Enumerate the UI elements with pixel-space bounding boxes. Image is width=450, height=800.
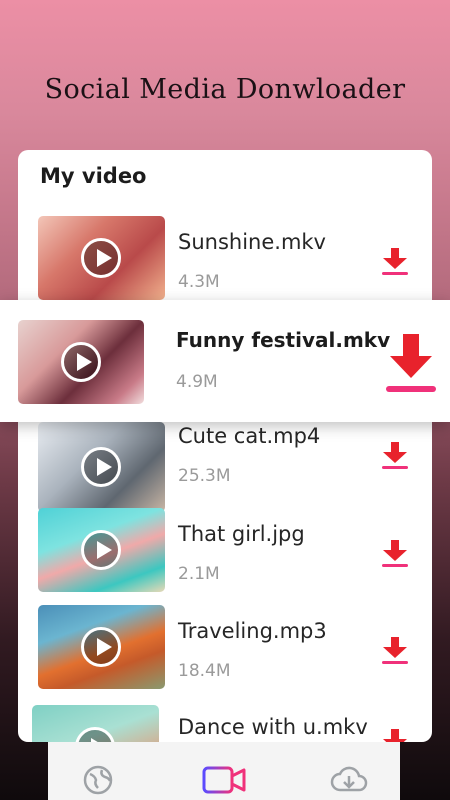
file-name: That girl.jpg <box>178 522 305 546</box>
video-thumbnail[interactable] <box>38 605 165 689</box>
play-icon[interactable] <box>81 238 121 278</box>
file-size: 18.4M <box>178 661 231 681</box>
featured-list-item[interactable]: Funny festival.mkv 4.9M <box>0 300 450 422</box>
file-name: Cute cat.mp4 <box>178 424 321 448</box>
play-icon[interactable] <box>81 627 121 667</box>
download-icon[interactable] <box>380 538 410 568</box>
video-thumbnail[interactable] <box>18 320 144 404</box>
list-item[interactable]: That girl.jpg 2.1M <box>18 508 432 592</box>
cloud-download-icon[interactable] <box>330 764 368 796</box>
section-title: My video <box>40 164 147 188</box>
file-size: 2.1M <box>178 564 220 584</box>
file-size: 4.3M <box>178 272 220 292</box>
file-name: Traveling.mp3 <box>178 619 327 643</box>
video-thumbnail[interactable] <box>38 216 165 300</box>
video-list-card: My video Sunshine.mkv 4.3M Cute cat.mp4 … <box>18 150 432 742</box>
list-item[interactable]: Traveling.mp3 18.4M <box>18 605 432 689</box>
file-name: Funny festival.mkv <box>176 328 391 352</box>
list-item[interactable]: Sunshine.mkv 4.3M <box>18 216 432 300</box>
download-icon[interactable] <box>380 246 410 276</box>
play-icon[interactable] <box>81 530 121 570</box>
download-icon[interactable] <box>380 727 410 742</box>
play-icon[interactable] <box>81 447 121 487</box>
bottom-navigation <box>48 742 400 800</box>
file-name: Sunshine.mkv <box>178 230 326 254</box>
list-item[interactable]: Cute cat.mp4 25.3M <box>18 422 432 512</box>
play-icon[interactable] <box>75 727 115 742</box>
download-icon[interactable] <box>380 635 410 665</box>
play-icon[interactable] <box>61 342 101 382</box>
file-name: Dance with u.mkv <box>178 715 368 739</box>
file-size: 25.3M <box>178 466 231 486</box>
video-camera-icon[interactable] <box>202 764 246 796</box>
file-size: 4.9M <box>176 372 218 392</box>
download-icon[interactable] <box>386 330 436 396</box>
app-title: Social Media Donwloader <box>44 74 406 105</box>
list-item[interactable]: Dance with u.mkv <box>18 705 432 742</box>
video-thumbnail[interactable] <box>38 508 165 592</box>
video-thumbnail[interactable] <box>38 422 165 512</box>
globe-icon[interactable] <box>82 764 114 796</box>
video-thumbnail[interactable] <box>32 705 159 742</box>
download-icon[interactable] <box>380 440 410 470</box>
